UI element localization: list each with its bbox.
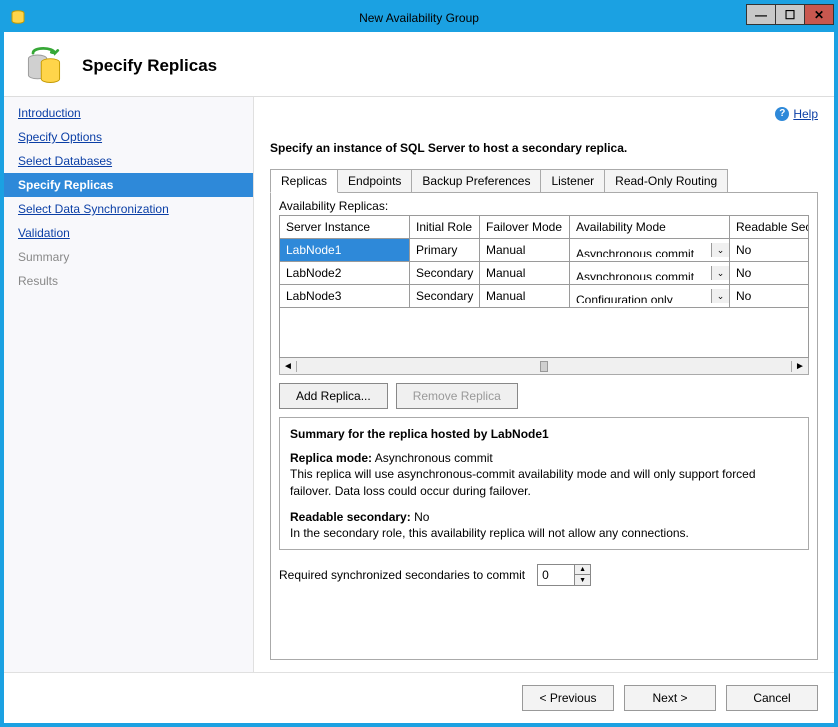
- chevron-down-icon[interactable]: ⌄: [711, 243, 729, 257]
- maximize-button[interactable]: ☐: [775, 4, 805, 25]
- sidebar-item-summary: Summary: [4, 245, 253, 269]
- table-row[interactable]: LabNode1 Primary Manual Asynchronous com…: [280, 239, 809, 262]
- db-icon: [10, 9, 26, 25]
- replicas-icon: [22, 44, 66, 88]
- table-row[interactable]: LabNode3 Secondary Manual Configuration …: [280, 285, 809, 308]
- readable-secondary-description: In the secondary role, this availability…: [290, 525, 798, 541]
- cell-readable-secondary[interactable]: No: [730, 239, 809, 262]
- cancel-button[interactable]: Cancel: [726, 685, 818, 711]
- sidebar-item-select-databases[interactable]: Select Databases: [4, 149, 253, 173]
- replica-summary-box: Summary for the replica hosted by LabNod…: [279, 417, 809, 550]
- col-readable-secondary[interactable]: Readable Secondar: [730, 216, 809, 239]
- chevron-down-icon[interactable]: ⌄: [711, 266, 729, 280]
- summary-title: Summary for the replica hosted by LabNod…: [290, 426, 798, 442]
- help-icon: ?: [775, 107, 789, 121]
- next-button[interactable]: Next >: [624, 685, 716, 711]
- cell-server-instance[interactable]: LabNode1: [280, 239, 410, 262]
- cell-availability-mode[interactable]: Asynchronous commit⌄: [570, 262, 730, 285]
- tab-endpoints[interactable]: Endpoints: [337, 169, 412, 193]
- tab-listener[interactable]: Listener: [540, 169, 605, 193]
- tab-strip: Replicas Endpoints Backup Preferences Li…: [270, 169, 818, 193]
- sidebar-item-specify-options[interactable]: Specify Options: [4, 125, 253, 149]
- cell-availability-mode[interactable]: Asynchronous commit⌄: [570, 239, 730, 262]
- sidebar-item-introduction[interactable]: Introduction: [4, 101, 253, 125]
- replica-mode-value: Asynchronous commit: [375, 451, 493, 465]
- replica-mode-label: Replica mode:: [290, 451, 372, 465]
- titlebar: New Availability Group — ☐ ✕: [4, 4, 834, 32]
- col-failover-mode[interactable]: Failover Mode: [480, 216, 570, 239]
- readable-secondary-value: No: [414, 510, 429, 524]
- previous-button[interactable]: < Previous: [522, 685, 614, 711]
- main-panel: ? Help Specify an instance of SQL Server…: [254, 97, 834, 672]
- col-availability-mode[interactable]: Availability Mode: [570, 216, 730, 239]
- sidebar-item-select-data-sync[interactable]: Select Data Synchronization: [4, 197, 253, 221]
- footer: < Previous Next > Cancel: [4, 672, 834, 723]
- help-link[interactable]: Help: [793, 107, 818, 121]
- sidebar-item-results: Results: [4, 269, 253, 293]
- col-initial-role[interactable]: Initial Role: [410, 216, 480, 239]
- tab-read-only-routing[interactable]: Read-Only Routing: [604, 169, 728, 193]
- tab-replicas[interactable]: Replicas: [270, 169, 338, 193]
- cell-readable-secondary[interactable]: No: [730, 262, 809, 285]
- sidebar: Introduction Specify Options Select Data…: [4, 97, 254, 672]
- availability-replicas-label: Availability Replicas:: [279, 199, 809, 213]
- readable-secondary-label: Readable secondary:: [290, 510, 411, 524]
- scroll-left-icon[interactable]: ◄: [280, 361, 297, 372]
- window-title: New Availability Group: [359, 11, 479, 25]
- add-replica-button[interactable]: Add Replica...: [279, 383, 388, 409]
- cell-server-instance[interactable]: LabNode2: [280, 262, 410, 285]
- window-controls: — ☐ ✕: [747, 4, 834, 25]
- page-title: Specify Replicas: [82, 56, 217, 76]
- replica-mode-description: This replica will use asynchronous-commi…: [290, 466, 798, 498]
- cell-initial-role: Secondary: [410, 285, 480, 308]
- cell-initial-role: Secondary: [410, 262, 480, 285]
- scroll-thumb[interactable]: [540, 361, 548, 372]
- cell-failover-mode[interactable]: Manual: [480, 262, 570, 285]
- required-sync-input[interactable]: [538, 565, 574, 585]
- table-row[interactable]: LabNode2 Secondary Manual Asynchronous c…: [280, 262, 809, 285]
- sidebar-item-validation[interactable]: Validation: [4, 221, 253, 245]
- header: Specify Replicas: [4, 32, 834, 96]
- cell-availability-mode[interactable]: Configuration only⌄: [570, 285, 730, 308]
- cell-failover-mode[interactable]: Manual: [480, 239, 570, 262]
- col-server-instance[interactable]: Server Instance: [280, 216, 410, 239]
- cell-initial-role: Primary: [410, 239, 480, 262]
- spinner-up-icon[interactable]: ▲: [575, 565, 590, 575]
- grid-hscrollbar[interactable]: ◄ ►: [279, 358, 809, 375]
- grid-empty-area: [279, 308, 809, 358]
- required-sync-label: Required synchronized secondaries to com…: [279, 568, 525, 582]
- required-sync-spinner[interactable]: ▲ ▼: [537, 564, 591, 586]
- sidebar-item-specify-replicas[interactable]: Specify Replicas: [4, 173, 253, 197]
- replicas-grid[interactable]: Server Instance Initial Role Failover Mo…: [279, 215, 809, 308]
- tab-backup-preferences[interactable]: Backup Preferences: [411, 169, 541, 193]
- scroll-right-icon[interactable]: ►: [791, 361, 808, 372]
- instruction-text: Specify an instance of SQL Server to hos…: [270, 141, 818, 155]
- remove-replica-button: Remove Replica: [396, 383, 518, 409]
- cell-readable-secondary[interactable]: No: [730, 285, 809, 308]
- wizard-window: New Availability Group — ☐ ✕ Specify Rep…: [4, 4, 834, 723]
- tab-panel-replicas: Availability Replicas: Server Inst: [270, 192, 818, 660]
- close-button[interactable]: ✕: [804, 4, 834, 25]
- cell-server-instance[interactable]: LabNode3: [280, 285, 410, 308]
- chevron-down-icon[interactable]: ⌄: [711, 289, 729, 303]
- spinner-down-icon[interactable]: ▼: [575, 575, 590, 585]
- cell-failover-mode[interactable]: Manual: [480, 285, 570, 308]
- minimize-button[interactable]: —: [746, 4, 776, 25]
